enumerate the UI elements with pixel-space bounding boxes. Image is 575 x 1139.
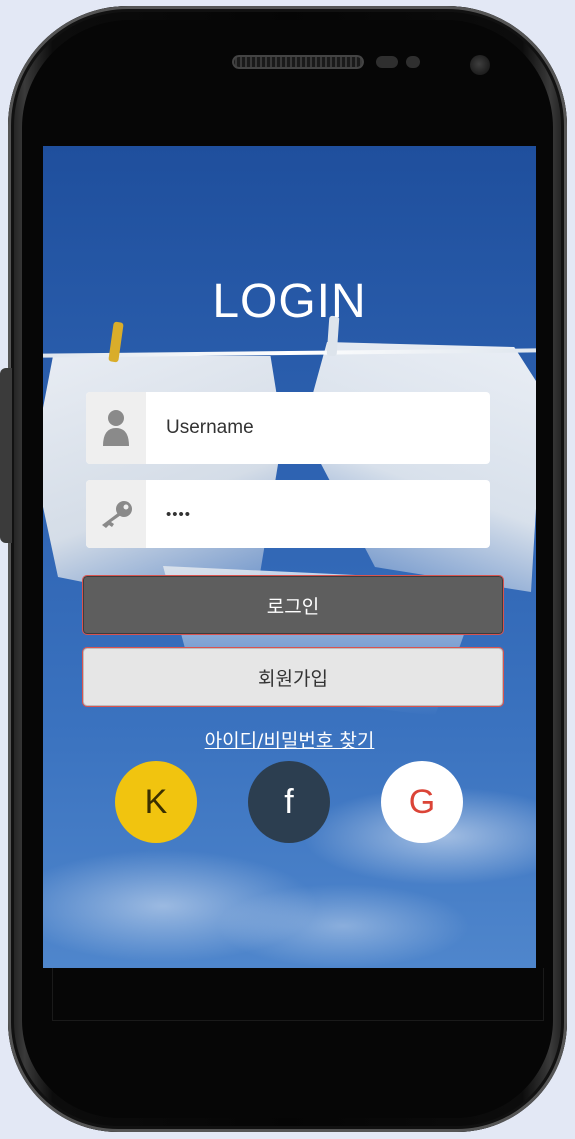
background-laundry	[303, 342, 536, 592]
key-icon	[86, 480, 146, 548]
phone-sensor	[406, 56, 420, 68]
app-screen: LOGIN Username •••• 로그인 회원가입 아이디/비밀번호 찾기…	[43, 146, 536, 968]
google-icon: G	[408, 782, 436, 821]
find-account-link[interactable]: 아이디/비밀번호 찾기	[43, 726, 536, 753]
login-title: LOGIN	[212, 275, 367, 328]
google-login-button[interactable]: G	[381, 761, 463, 843]
phone-chin	[52, 968, 544, 1021]
username-field[interactable]: Username	[86, 392, 490, 464]
user-icon	[86, 392, 146, 464]
facebook-icon: f	[284, 782, 294, 821]
side-button	[0, 368, 12, 543]
password-field[interactable]: ••••	[86, 480, 490, 548]
phone-speaker	[232, 55, 364, 69]
password-value: ••••	[166, 505, 192, 523]
kakao-icon: K	[144, 782, 168, 821]
kakao-login-button[interactable]: K	[115, 761, 197, 843]
facebook-login-button[interactable]: f	[248, 761, 330, 843]
front-camera	[470, 55, 490, 75]
username-placeholder: Username	[166, 417, 254, 438]
signup-button[interactable]: 회원가입	[82, 647, 504, 707]
phone-sensor	[376, 56, 398, 68]
login-button[interactable]: 로그인	[82, 575, 504, 635]
